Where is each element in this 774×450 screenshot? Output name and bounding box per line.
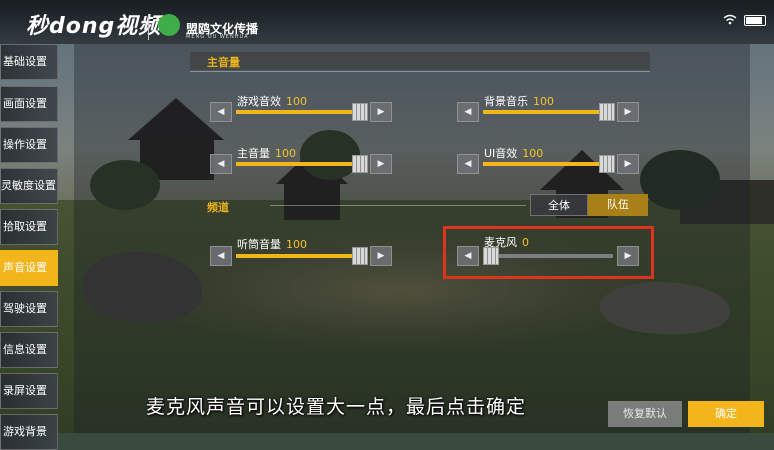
master-volume-fill	[236, 162, 366, 166]
bg-music-thumb[interactable]	[599, 103, 615, 121]
game-sfx-name: 游戏音效	[237, 95, 281, 108]
wifi-icon	[723, 14, 737, 28]
bg-music-name: 背景音乐	[484, 95, 528, 108]
sidebar-item-game-background[interactable]: 游戏背景	[0, 414, 58, 450]
confirm-button[interactable]: 确定	[688, 401, 764, 427]
top-bar: 秒dong视频 盟鸥文化传播 MENG OU WENHUA	[0, 0, 774, 44]
ui-sfx-decrease-button[interactable]: ◀	[457, 154, 479, 174]
sidebar-item-controls[interactable]: 操作设置	[0, 127, 58, 163]
section-title-main-volume: 主音量	[207, 56, 240, 69]
section-divider	[190, 71, 650, 72]
sidebar-item-basic[interactable]: 基础设置	[0, 44, 58, 80]
partner-logo-icon	[158, 14, 180, 36]
master-volume-decrease-button[interactable]: ◀	[210, 154, 232, 174]
sidebar-item-graphics[interactable]: 画面设置	[0, 86, 58, 122]
master-volume-thumb[interactable]	[352, 155, 368, 173]
sidebar-item-pickup[interactable]: 拾取设置	[0, 209, 58, 245]
sidebar-item-info[interactable]: 信息设置	[0, 332, 58, 368]
earpiece-volume-fill	[236, 254, 366, 258]
battery-icon	[744, 15, 766, 26]
game-sfx-thumb[interactable]	[352, 103, 368, 121]
sidebar-item-recording[interactable]: 录屏设置	[0, 373, 58, 409]
game-sfx-decrease-button[interactable]: ◀	[210, 102, 232, 122]
section-header-bg	[190, 52, 650, 70]
partner-subtitle: MENG OU WENHUA	[186, 34, 249, 40]
earpiece-volume-name: 听筒音量	[237, 238, 281, 251]
ui-sfx-thumb[interactable]	[599, 155, 615, 173]
master-volume-label: 主音量 100	[237, 145, 296, 161]
master-volume-value: 100	[275, 147, 296, 160]
earpiece-volume-increase-button[interactable]: ▶	[370, 246, 392, 266]
bg-music-increase-button[interactable]: ▶	[617, 102, 639, 122]
master-volume-slider[interactable]	[236, 155, 368, 173]
section-divider	[270, 205, 526, 206]
bg-music-slider[interactable]	[483, 103, 615, 121]
game-sfx-increase-button[interactable]: ▶	[370, 102, 392, 122]
annotation-highlight-box	[443, 226, 654, 279]
settings-sidebar: 基础设置 画面设置 操作设置 灵敏度设置 拾取设置 声音设置 驾驶设置 信息设置…	[0, 44, 60, 450]
ui-sfx-increase-button[interactable]: ▶	[617, 154, 639, 174]
bg-music-value: 100	[533, 95, 554, 108]
section-title-channel: 频道	[207, 201, 229, 214]
video-caption: 麦克风声音可以设置大一点，最后点击确定	[146, 396, 527, 418]
bg-music-label: 背景音乐 100	[484, 93, 554, 109]
channel-team-tab[interactable]: 队伍	[588, 194, 648, 216]
sidebar-item-sensitivity[interactable]: 灵敏度设置	[0, 168, 58, 204]
earpiece-volume-decrease-button[interactable]: ◀	[210, 246, 232, 266]
ui-sfx-slider[interactable]	[483, 155, 615, 173]
master-volume-increase-button[interactable]: ▶	[370, 154, 392, 174]
earpiece-volume-label: 听筒音量 100	[237, 236, 307, 252]
game-sfx-fill	[236, 110, 366, 114]
game-sfx-label: 游戏音效 100	[237, 93, 307, 109]
ui-sfx-name: UI音效	[484, 147, 518, 160]
game-sfx-value: 100	[286, 95, 307, 108]
ui-sfx-value: 100	[522, 147, 544, 160]
channel-all-tab[interactable]: 全体	[530, 194, 588, 216]
reset-defaults-button[interactable]: 恢复默认	[608, 401, 682, 427]
master-volume-name: 主音量	[237, 147, 270, 160]
logo-divider	[148, 14, 149, 40]
ui-sfx-fill	[483, 162, 613, 166]
game-sfx-slider[interactable]	[236, 103, 368, 121]
bg-music-fill	[483, 110, 613, 114]
earpiece-volume-slider[interactable]	[236, 247, 368, 265]
bg-music-decrease-button[interactable]: ◀	[457, 102, 479, 122]
sidebar-item-driving[interactable]: 驾驶设置	[0, 291, 58, 327]
watermark-logo: 秒dong视频	[26, 14, 162, 39]
earpiece-volume-value: 100	[286, 238, 307, 251]
ui-sfx-label: UI音效 100	[484, 145, 543, 161]
earpiece-volume-thumb[interactable]	[352, 247, 368, 265]
sidebar-item-audio[interactable]: 声音设置	[0, 250, 58, 286]
